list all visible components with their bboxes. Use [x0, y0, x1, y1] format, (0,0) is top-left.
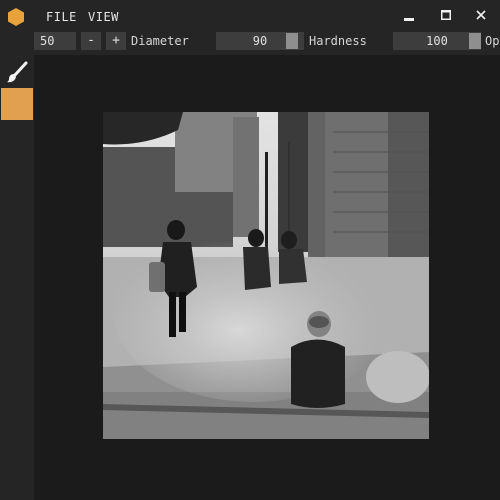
opacity-value: 100 [426, 34, 448, 48]
close-button[interactable] [470, 6, 492, 26]
maximize-icon [441, 10, 451, 20]
menu-file[interactable]: FILE [46, 10, 77, 24]
opacity-slider-handle[interactable] [469, 33, 481, 49]
hardness-slider[interactable]: 90 [216, 32, 304, 50]
brush-tool-button[interactable] [4, 60, 30, 86]
brush-icon [7, 61, 28, 83]
diameter-label: Diameter [131, 34, 189, 48]
app-logo-hexagon-icon [8, 8, 24, 26]
opacity-label: Op [485, 34, 500, 48]
brush-options-toolbar: 50 - + Diameter 90 Hardness 100 Op [0, 30, 500, 55]
hardness-slider-handle[interactable] [286, 33, 298, 49]
diameter-increase-button[interactable]: + [106, 32, 126, 50]
tool-sidebar [0, 55, 34, 500]
maximize-button[interactable] [435, 6, 457, 26]
hardness-label: Hardness [309, 34, 367, 48]
diameter-decrease-button[interactable]: - [81, 32, 101, 50]
close-icon [476, 10, 486, 20]
diameter-input[interactable]: 50 [34, 32, 76, 50]
canvas-image[interactable] [103, 112, 429, 439]
opacity-slider[interactable]: 100 [393, 32, 481, 50]
minimize-button[interactable] [398, 6, 420, 26]
primary-color-swatch[interactable] [1, 88, 33, 120]
title-bar: FILE VIEW [0, 0, 500, 30]
menu-view[interactable]: VIEW [88, 10, 119, 24]
minimize-icon [404, 18, 414, 21]
